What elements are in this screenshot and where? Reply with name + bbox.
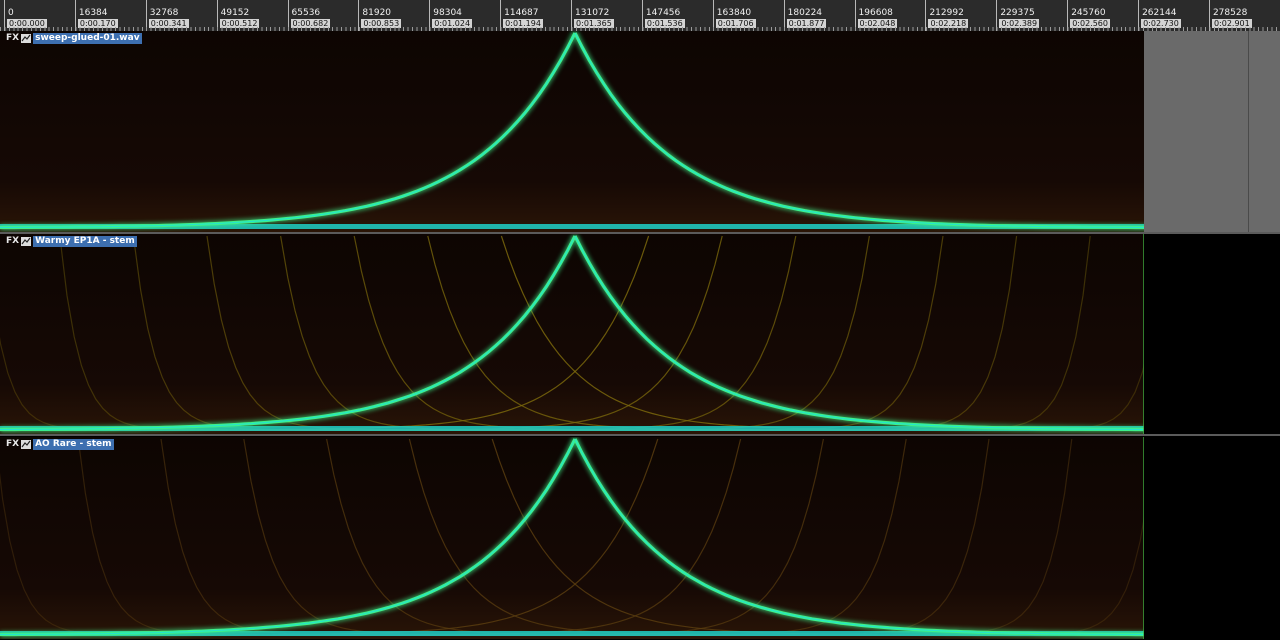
tick-sample-label: 16384 [78, 8, 108, 18]
track-name[interactable]: Warmy EP1A - stem [33, 236, 137, 247]
tick-sample-label: 196608 [858, 8, 893, 18]
envelope-icon[interactable] [21, 34, 32, 43]
item-end-marker [1143, 437, 1144, 639]
tick-sample-label: 262144 [1142, 8, 1177, 18]
spectrogram-view [0, 31, 1144, 232]
spectrogram-view [0, 437, 1144, 639]
tick-sample-label: 65536 [291, 8, 321, 18]
empty-region [1144, 437, 1280, 639]
fx-button[interactable]: FX [6, 439, 19, 450]
track-header: FX AO Rare - stem [6, 439, 114, 450]
region-divider [1248, 31, 1249, 232]
fx-button[interactable]: FX [6, 33, 19, 44]
empty-region [1144, 234, 1280, 434]
spectrogram-background [0, 437, 1144, 639]
track-header: FX sweep-glued-01.wav [6, 33, 142, 44]
timeline-ruler[interactable]: 0 0:00.000 16384 0:00.170 32768 0:00.341 49152… [0, 0, 1280, 32]
track-header: FX Warmy EP1A - stem [6, 236, 137, 247]
track-sweep-glued[interactable]: FX sweep-glued-01.wav [0, 31, 1280, 232]
track-warmy-ep1a[interactable]: FX Warmy EP1A - stem [0, 234, 1280, 434]
tick-sample-label: 278528 [1212, 8, 1248, 18]
tick-sample-label: 180224 [787, 8, 823, 18]
tick-sample-label: 163840 [716, 8, 752, 18]
tick-sample-label: 131072 [575, 8, 610, 18]
empty-region [1144, 31, 1280, 232]
spectrogram-background [0, 31, 1144, 232]
tick-sample-label: 212992 [929, 8, 964, 18]
tick-sample-label: 147456 [645, 8, 681, 18]
track-name[interactable]: AO Rare - stem [33, 439, 114, 450]
track-separator[interactable] [0, 434, 1280, 436]
tick-sample-label: 98304 [433, 8, 462, 18]
track-ao-rare[interactable]: FX AO Rare - stem [0, 437, 1280, 639]
fx-button[interactable]: FX [6, 236, 19, 247]
tick-sample-label: 245760 [1071, 8, 1106, 18]
item-end-marker [1143, 234, 1144, 434]
envelope-icon[interactable] [21, 237, 32, 246]
tick-sample-label: 32768 [149, 8, 179, 18]
tick-sample-label: 0 [8, 8, 14, 18]
tick-sample-label: 229375 [1000, 8, 1035, 18]
tick-sample-label: 114687 [504, 8, 539, 18]
spectrogram-view [0, 234, 1144, 434]
envelope-icon[interactable] [21, 440, 32, 449]
tick-sample-label: 49152 [220, 8, 250, 18]
tick-sample-label: 81920 [362, 8, 392, 18]
track-name[interactable]: sweep-glued-01.wav [33, 33, 142, 44]
